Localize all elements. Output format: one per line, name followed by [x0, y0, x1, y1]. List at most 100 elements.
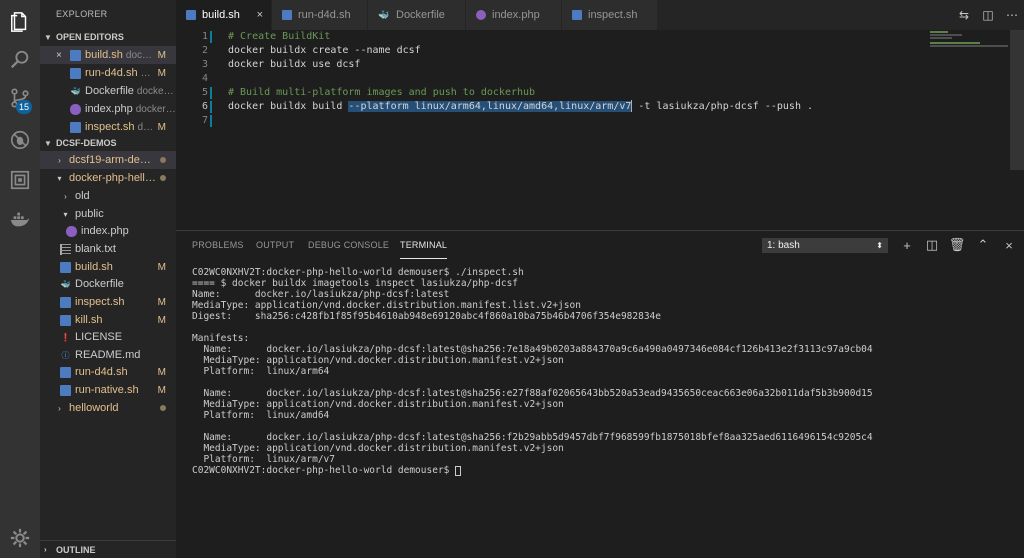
- tab-run-d4d-sh[interactable]: run-d4d.sh: [272, 0, 368, 30]
- terminal-select[interactable]: 1: bash ⬍: [762, 238, 888, 253]
- shell-file-icon: [60, 296, 71, 308]
- line-number: 4: [201, 73, 208, 84]
- new-terminal-icon[interactable]: +: [898, 236, 916, 254]
- code-line: docker buildx use dcsf: [228, 59, 361, 70]
- tree-file[interactable]: index.php: [40, 222, 176, 240]
- tree-file[interactable]: blank.txt: [40, 240, 176, 258]
- more-actions-icon[interactable]: ⋯: [1000, 3, 1024, 27]
- tree-file[interactable]: run-d4d.sh M: [40, 363, 176, 381]
- terminal-line: Platform: linux/amd64: [192, 410, 330, 421]
- terminal-line: Platform: linux/arm64: [192, 366, 330, 377]
- php-file-icon: [70, 103, 81, 115]
- editor-actions: ⇆ ◫ ⋯: [952, 0, 1024, 30]
- tree-folder[interactable]: ▾ public: [40, 205, 176, 223]
- terminal-line: MediaType: application/vnd.docker.distri…: [192, 399, 564, 410]
- tree-file[interactable]: inspect.sh M: [40, 293, 176, 311]
- extensions-icon[interactable]: [8, 168, 32, 192]
- shell-file-icon: [60, 261, 71, 273]
- open-editor-item[interactable]: × build.sh doc… M: [40, 46, 176, 64]
- shell-file-icon: [60, 384, 71, 396]
- tree-file[interactable]: 🐳 Dockerfile: [40, 275, 176, 293]
- files-icon[interactable]: [8, 10, 32, 34]
- open-editor-item[interactable]: 🐳 Dockerfile docke…: [40, 82, 176, 100]
- line-number: 6: [201, 101, 208, 112]
- tab-debug-console[interactable]: DEBUG CONSOLE: [308, 231, 389, 259]
- text-selection: --platform linux/arm64,linux/amd64,linux…: [348, 101, 632, 112]
- shell-file-icon: [60, 366, 71, 378]
- close-panel-icon[interactable]: ×: [1000, 236, 1018, 254]
- tab-terminal[interactable]: TERMINAL: [400, 231, 448, 259]
- docker-file-icon: 🐳: [378, 9, 390, 20]
- line-number: 7: [201, 115, 208, 126]
- tree-file[interactable]: ❗ LICENSE: [40, 328, 176, 346]
- code-line: # Build multi-platform images and push t…: [228, 87, 536, 98]
- tab-inspect-sh[interactable]: inspect.sh: [562, 0, 658, 30]
- gutter-change-marker: [210, 115, 212, 127]
- line-number: 3: [201, 59, 208, 70]
- chevron-down-icon: ▾: [57, 173, 62, 183]
- chevron-down-icon: ▼: [44, 32, 52, 42]
- activity-bar: 15: [0, 0, 40, 558]
- outline-header[interactable]: › OUTLINE: [40, 540, 176, 558]
- open-editor-item[interactable]: index.php docker…: [40, 100, 176, 118]
- markdown-file-icon: ⓘ: [61, 350, 70, 360]
- open-editors-header[interactable]: ▼ OPEN EDITORS: [40, 28, 176, 46]
- tree-file[interactable]: build.sh M: [40, 258, 176, 276]
- debug-icon[interactable]: [8, 128, 32, 152]
- code-line: # Create BuildKit: [228, 31, 331, 42]
- code-editor[interactable]: 1 2 3 4 5 6 7 # Create BuildKit docker b…: [176, 30, 1024, 230]
- tree-file[interactable]: ⓘ README.md: [40, 346, 176, 364]
- tab-index-php[interactable]: index.php: [466, 0, 562, 30]
- shell-file-icon: [60, 314, 71, 326]
- line-number: 5: [201, 87, 208, 98]
- editor-scrollbar[interactable]: [1010, 30, 1024, 170]
- tree-file[interactable]: run-native.sh M: [40, 381, 176, 399]
- editor-tab-bar: build.sh × run-d4d.sh 🐳 Dockerfile index…: [176, 0, 1024, 30]
- tree-file[interactable]: kill.sh M: [40, 311, 176, 329]
- line-number: 1: [201, 31, 208, 42]
- maximize-panel-icon[interactable]: ⌃: [974, 236, 992, 254]
- close-icon[interactable]: ×: [56, 50, 66, 61]
- split-editor-icon[interactable]: ◫: [976, 3, 1000, 27]
- terminal-line: MediaType: application/vnd.docker.distri…: [192, 300, 581, 311]
- chevron-down-icon: ▾: [63, 209, 68, 219]
- tree-folder[interactable]: › old: [40, 187, 176, 205]
- tab-output[interactable]: OUTPUT: [256, 231, 294, 259]
- chevron-down-icon: ▼: [44, 138, 52, 148]
- settings-gear-icon[interactable]: [8, 526, 32, 550]
- terminal-line: Name: docker.io/lasiukza/php-dcsf:latest: [192, 289, 450, 300]
- scm-badge: 15: [16, 100, 33, 114]
- tab-build-sh[interactable]: build.sh ×: [176, 0, 272, 30]
- open-editor-item[interactable]: run-d4d.sh … M: [40, 64, 176, 82]
- php-file-icon: [476, 10, 486, 20]
- chevron-right-icon: ›: [64, 191, 67, 201]
- terminal-output[interactable]: C02WC0NXHV2T:docker-php-hello-world demo…: [192, 267, 1014, 476]
- terminal-prompt-line: C02WC0NXHV2T:docker-php-hello-world demo…: [192, 465, 1014, 476]
- workspace-header[interactable]: ▼ DCSF-DEMOS: [40, 134, 176, 152]
- close-icon[interactable]: ×: [257, 9, 263, 21]
- docker-icon[interactable]: [8, 208, 32, 232]
- minimap[interactable]: [930, 30, 1010, 50]
- chevron-right-icon: ›: [58, 155, 61, 165]
- tree-folder[interactable]: › dcsf19-arm-de…: [40, 151, 176, 169]
- shell-file-icon: [186, 10, 196, 20]
- terminal-line: ==== $ docker buildx imagetools inspect …: [192, 278, 519, 289]
- tree-folder[interactable]: ▾ docker-php-hell…: [40, 169, 176, 187]
- tab-dockerfile[interactable]: 🐳 Dockerfile: [368, 0, 466, 30]
- chevron-updown-icon: ⬍: [876, 241, 883, 250]
- modified-dot: [160, 405, 166, 411]
- modified-dot: [160, 157, 166, 163]
- tab-problems[interactable]: PROBLEMS: [192, 231, 244, 259]
- gutter-change-marker: [210, 87, 212, 99]
- shell-file-icon: [572, 10, 582, 20]
- terminal-line: Name: docker.io/lasiukza/php-dcsf:latest…: [192, 432, 873, 443]
- search-icon[interactable]: [8, 48, 32, 72]
- trash-icon[interactable]: 🗑: [948, 236, 966, 254]
- split-terminal-icon[interactable]: ◫: [923, 236, 941, 254]
- open-changes-icon[interactable]: ⇆: [952, 3, 976, 27]
- tree-folder[interactable]: › helloworld: [40, 399, 176, 417]
- code-line-current: docker buildx build --platform linux/arm…: [228, 100, 814, 112]
- line-number: 2: [201, 45, 208, 56]
